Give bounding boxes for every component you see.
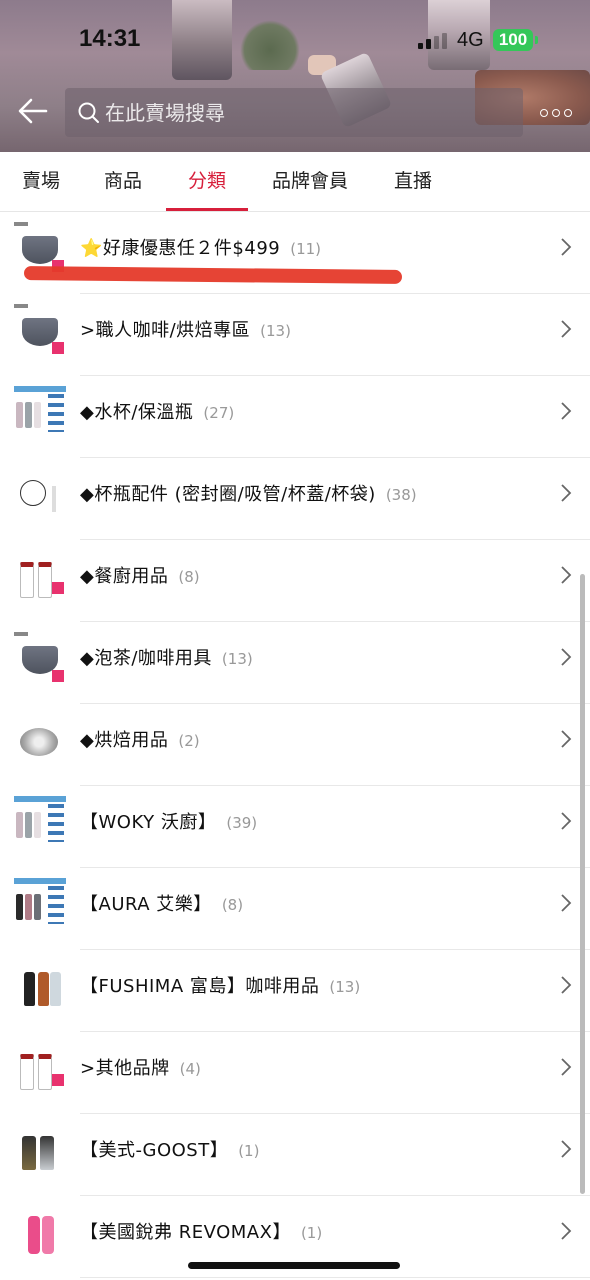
tab-live[interactable]: 直播 (380, 152, 446, 212)
scrollbar[interactable] (580, 574, 585, 1194)
chevron-right-icon (561, 320, 572, 338)
search-icon (78, 102, 99, 123)
battery-icon: 100 (493, 29, 533, 51)
more-options-button[interactable] (538, 103, 574, 123)
category-count: (8) (178, 568, 200, 586)
network-type: 4G (457, 29, 484, 51)
back-arrow-icon (18, 98, 48, 124)
category-row[interactable]: 【美式-GOOST】 (1) (0, 1114, 590, 1196)
home-indicator[interactable] (188, 1262, 400, 1269)
category-count: (1) (300, 1224, 323, 1242)
store-tabs: 賣場 商品 分類 品牌會員 直播 (0, 152, 590, 212)
category-count: (13) (329, 978, 361, 996)
category-label: 【WOKY 沃廚】 (39) (80, 812, 258, 833)
tab-products[interactable]: 商品 (90, 152, 156, 212)
chevron-right-icon (561, 1058, 572, 1076)
category-thumbnail (14, 304, 66, 360)
tab-brand-membership[interactable]: 品牌會員 (262, 152, 358, 212)
chevron-right-icon (561, 566, 572, 584)
category-count: (8) (221, 896, 244, 914)
more-dot-icon (564, 109, 572, 117)
status-time: 14:31 (79, 25, 141, 52)
chevron-right-icon (561, 812, 572, 830)
category-count: (13) (260, 322, 291, 340)
category-row[interactable]: >其他品牌 (4) (0, 1032, 590, 1114)
category-row[interactable]: >職人咖啡/烘焙專區 (13) (0, 294, 590, 376)
category-label: ◆餐廚用品 (8) (80, 566, 200, 587)
category-count: (1) (238, 1142, 260, 1160)
category-thumbnail (14, 1042, 66, 1098)
category-thumbnail (14, 468, 66, 524)
category-label: 【AURA 艾樂】 (8) (80, 894, 244, 915)
battery-tip (535, 36, 538, 44)
category-label: 【美國銳弗 REVOMAX】 (1) (80, 1222, 323, 1243)
category-label: 【美式-GOOST】 (1) (80, 1140, 260, 1161)
category-label: ◆杯瓶配件 (密封圈/吸管/杯蓋/杯袋) (38) (80, 484, 417, 505)
category-thumbnail (14, 796, 66, 852)
category-thumbnail (14, 714, 66, 770)
category-row[interactable]: ◆泡茶/咖啡用具 (13) (0, 622, 590, 704)
category-thumbnail (14, 550, 66, 606)
active-tab-indicator (166, 208, 248, 211)
cellular-signal-icon (418, 33, 450, 49)
category-thumbnail (14, 1206, 66, 1262)
category-row[interactable]: 【FUSHIMA 富島】咖啡用品 (13) (0, 950, 590, 1032)
more-dot-icon (552, 109, 560, 117)
category-label: 【FUSHIMA 富島】咖啡用品 (13) (80, 976, 361, 997)
category-count: (2) (178, 732, 200, 750)
category-thumbnail (14, 632, 66, 688)
category-label: ◆水杯/保溫瓶 (27) (80, 402, 235, 423)
chevron-right-icon (561, 976, 572, 994)
category-count: (39) (226, 814, 258, 832)
category-thumbnail (14, 386, 66, 442)
category-count: (13) (221, 650, 253, 668)
category-thumbnail (14, 960, 66, 1016)
category-label: ◆烘焙用品 (2) (80, 730, 200, 751)
chevron-right-icon (561, 402, 572, 420)
status-bar: 14:31 4G 100 (0, 0, 590, 80)
category-label: >職人咖啡/烘焙專區 (13) (80, 320, 291, 341)
category-thumbnail (14, 1124, 66, 1180)
chevron-right-icon (561, 730, 572, 748)
search-input[interactable] (105, 100, 485, 125)
category-count: (4) (179, 1060, 201, 1078)
store-search-box[interactable] (65, 88, 523, 137)
category-count: (38) (385, 486, 417, 504)
chevron-right-icon (561, 894, 572, 912)
chevron-right-icon (561, 238, 572, 256)
category-label: >其他品牌 (4) (80, 1058, 201, 1079)
category-label: ◆泡茶/咖啡用具 (13) (80, 648, 253, 669)
tab-store[interactable]: 賣場 (8, 152, 74, 212)
chevron-right-icon (561, 648, 572, 666)
category-count: (27) (203, 404, 235, 422)
category-row[interactable]: ◆水杯/保溫瓶 (27) (0, 376, 590, 458)
category-row[interactable]: 【AURA 艾樂】 (8) (0, 868, 590, 950)
tab-categories[interactable]: 分類 (174, 152, 240, 212)
chevron-right-icon (561, 1222, 572, 1240)
category-row[interactable]: 【WOKY 沃廚】 (39) (0, 786, 590, 868)
category-count: (11) (290, 240, 322, 258)
category-row[interactable]: ◆烘焙用品 (2) (0, 704, 590, 786)
category-row[interactable]: ◆餐廚用品 (8) (0, 540, 590, 622)
back-button[interactable] (16, 94, 50, 128)
category-row[interactable]: ◆杯瓶配件 (密封圈/吸管/杯蓋/杯袋) (38) (0, 458, 590, 540)
category-label: ⭐好康優惠任２件$499 (11) (80, 238, 322, 259)
store-header: 14:31 4G 100 (0, 0, 590, 152)
category-thumbnail (14, 878, 66, 934)
chevron-right-icon (561, 1140, 572, 1158)
more-dot-icon (540, 109, 548, 117)
chevron-right-icon (561, 484, 572, 502)
